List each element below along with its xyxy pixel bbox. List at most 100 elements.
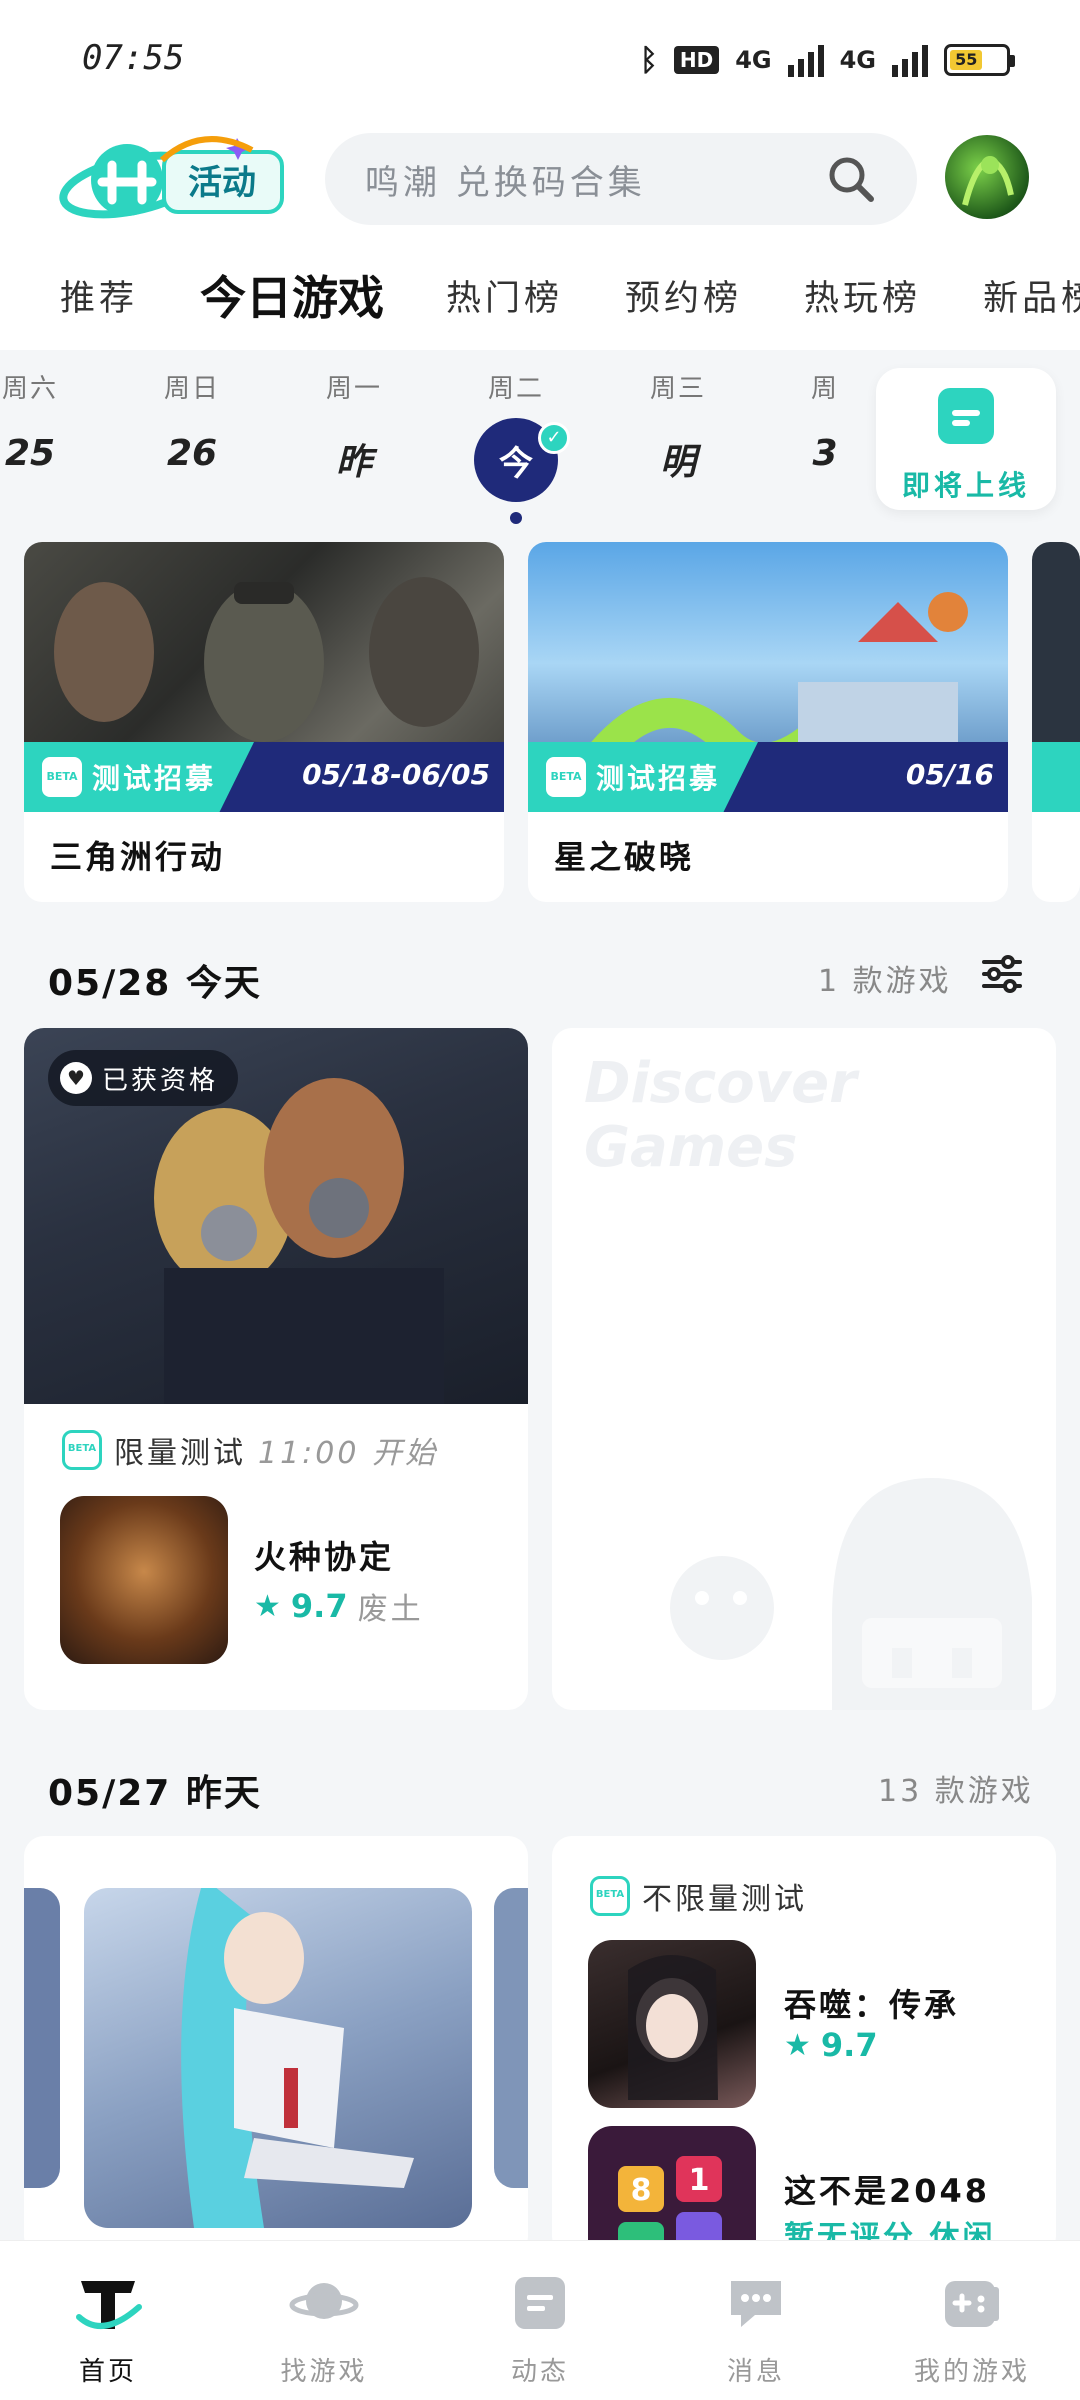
- game-list-item[interactable]: 吞噬：传承 ★ 9.7: [588, 1940, 1028, 2110]
- battery-icon: 55: [944, 44, 1015, 76]
- nav-my-games[interactable]: 我的游戏: [864, 2241, 1080, 2400]
- day-weekday: 周三: [649, 374, 706, 404]
- placeholder-text-line-2: Games: [584, 1115, 798, 1180]
- activity-label: 活动: [188, 163, 256, 203]
- day-date: 昨: [335, 442, 372, 483]
- tab-today-games[interactable]: 今日游戏: [200, 262, 385, 328]
- day-item-today[interactable]: 周二: [461, 368, 571, 405]
- search-icon[interactable]: [825, 153, 877, 205]
- search-bar[interactable]: 鸣潮 兑换码合集: [325, 133, 917, 225]
- check-icon: ✓: [538, 422, 570, 454]
- upcoming-button[interactable]: 即将上线: [876, 368, 1056, 510]
- day-item[interactable]: 周三 明: [623, 368, 733, 485]
- banner-date: 05/18-06/05: [302, 758, 490, 791]
- banner-date: 05/16: [905, 758, 994, 791]
- tab-hot-chart[interactable]: 热门榜: [446, 270, 563, 321]
- avatar[interactable]: [945, 135, 1029, 219]
- heart-check-icon: ♥: [60, 1062, 92, 1094]
- star-icon: ★: [254, 1588, 281, 1624]
- banner-card[interactable]: BETA 测试招募 05/18-06/05 三角洲行动: [24, 542, 504, 902]
- section-title-yesterday: 05/27 昨天: [48, 1773, 262, 1814]
- day-weekday: 周日: [163, 374, 220, 404]
- carousel-prev-image: [24, 1888, 60, 2188]
- game-score: 9.7: [290, 1587, 348, 1625]
- carousel-image: [84, 1888, 472, 2228]
- section-title-today: 05/28 今天: [48, 963, 262, 1004]
- section-count-today: 1 款游戏: [818, 964, 952, 999]
- game-genre: 废土: [357, 1592, 424, 1627]
- game-list-item[interactable]: 8 1 这不是2048 暂无评分 休闲: [588, 2126, 1028, 2256]
- filter-icon[interactable]: [980, 952, 1024, 996]
- day-item[interactable]: 周日 26: [137, 368, 247, 474]
- banner-tag-text: 测试招募: [596, 762, 721, 795]
- game-name: 吞噬：传承: [784, 1986, 960, 2024]
- day-date: 25: [4, 433, 56, 474]
- feed-icon: [515, 2277, 565, 2329]
- test-type: 不限量测试: [642, 1882, 807, 1917]
- game-score: 9.7: [820, 2026, 878, 2064]
- nav-feed[interactable]: 动态: [432, 2241, 648, 2400]
- battery-level: 55: [950, 50, 983, 70]
- banner-tag: BETA 测试招募: [24, 742, 254, 812]
- tab-recommend[interactable]: 推荐: [60, 270, 138, 321]
- beta-icon: BETA: [62, 1430, 102, 1470]
- qualification-text: 已获资格: [102, 1065, 219, 1096]
- test-info-row: BETA 限量测试 11:00 开始: [62, 1428, 438, 1472]
- nav-label: 首页: [78, 2357, 137, 2387]
- network-label-1: 4G: [735, 46, 772, 74]
- day-weekday: 周六: [1, 374, 58, 404]
- beta-icon: BETA: [42, 757, 82, 797]
- activity-badge[interactable]: 活动: [52, 130, 292, 230]
- signal-icon-2: [892, 43, 928, 77]
- yesterday-test-card[interactable]: BETA 不限量测试 吞噬：传承 ★ 9.7 8 1 这不是2048 暂无评分 …: [552, 1836, 1056, 2256]
- banner-card[interactable]: BETA 测试招募 05/16 星之破晓: [528, 542, 1008, 902]
- day-item[interactable]: 周一 昨: [299, 368, 409, 485]
- nav-label: 找游戏: [280, 2357, 368, 2387]
- mascot-illustration: [670, 1478, 1032, 1710]
- network-label-2: 4G: [839, 46, 876, 74]
- star-icon: ★: [784, 2027, 811, 2063]
- game-score-row: ★ 9.7 废土: [254, 1584, 424, 1628]
- nav-home[interactable]: 首页: [0, 2241, 216, 2400]
- yesterday-carousel-card[interactable]: [24, 1836, 528, 2256]
- day-weekday: 周: [810, 374, 839, 404]
- day-date: 明: [659, 442, 696, 483]
- tab-reservation-chart[interactable]: 预约榜: [625, 270, 742, 321]
- category-tabs: 推荐 今日游戏 热门榜 预约榜 热玩榜 新品榜: [0, 250, 1080, 340]
- hd-badge: HD: [673, 46, 720, 74]
- nav-find-games[interactable]: 找游戏: [216, 2241, 432, 2400]
- tab-new-chart[interactable]: 新品榜: [983, 270, 1080, 321]
- day-date: 3: [812, 433, 838, 474]
- day-date: 26: [166, 433, 218, 474]
- svg-text:8: 8: [631, 2173, 652, 2208]
- game-icon-image[interactable]: [60, 1496, 228, 1664]
- banner-card-partial[interactable]: [1032, 542, 1080, 902]
- nav-messages[interactable]: 消息: [648, 2241, 864, 2400]
- day-item[interactable]: 周六 25: [0, 368, 85, 474]
- banner-tag-text: 测试招募: [92, 762, 217, 795]
- nav-label: 动态: [510, 2357, 569, 2387]
- placeholder-text-line-1: Discover: [584, 1051, 857, 1116]
- home-icon: [76, 2281, 142, 2329]
- nav-label: 消息: [726, 2357, 785, 2387]
- test-time: 11:00 开始: [258, 1436, 438, 1471]
- tab-popular-play-chart[interactable]: 热玩榜: [804, 270, 921, 321]
- signal-icon-1: [787, 43, 824, 77]
- chat-icon: [731, 2281, 781, 2327]
- placeholder-card: Discover Games: [552, 1028, 1056, 1710]
- svg-text:1: 1: [689, 2163, 710, 2198]
- calendar-icon: [938, 388, 994, 444]
- gamepad-icon: [945, 2281, 999, 2327]
- today-game-card[interactable]: ♥ 已获资格 BETA 限量测试 11:00 开始 火种协定 ★ 9.7 废土: [24, 1028, 528, 1710]
- status-time: 07:55: [82, 38, 185, 78]
- day-item[interactable]: 周 3: [775, 368, 875, 474]
- beta-icon: BETA: [546, 757, 586, 797]
- game-score-row: ★ 9.7: [784, 2026, 878, 2064]
- placeholder-watermark: Discover Games: [584, 1052, 857, 1180]
- bottom-nav: 首页 找游戏 动态 消息 我的游戏: [0, 2240, 1080, 2400]
- planet-icon: [289, 2283, 359, 2319]
- status-icons: ᛒ HD 4G 4G 55: [640, 40, 1015, 80]
- selected-indicator: [510, 512, 522, 524]
- beta-icon: BETA: [590, 1876, 630, 1916]
- test-type-row: BETA 不限量测试: [590, 1874, 807, 1918]
